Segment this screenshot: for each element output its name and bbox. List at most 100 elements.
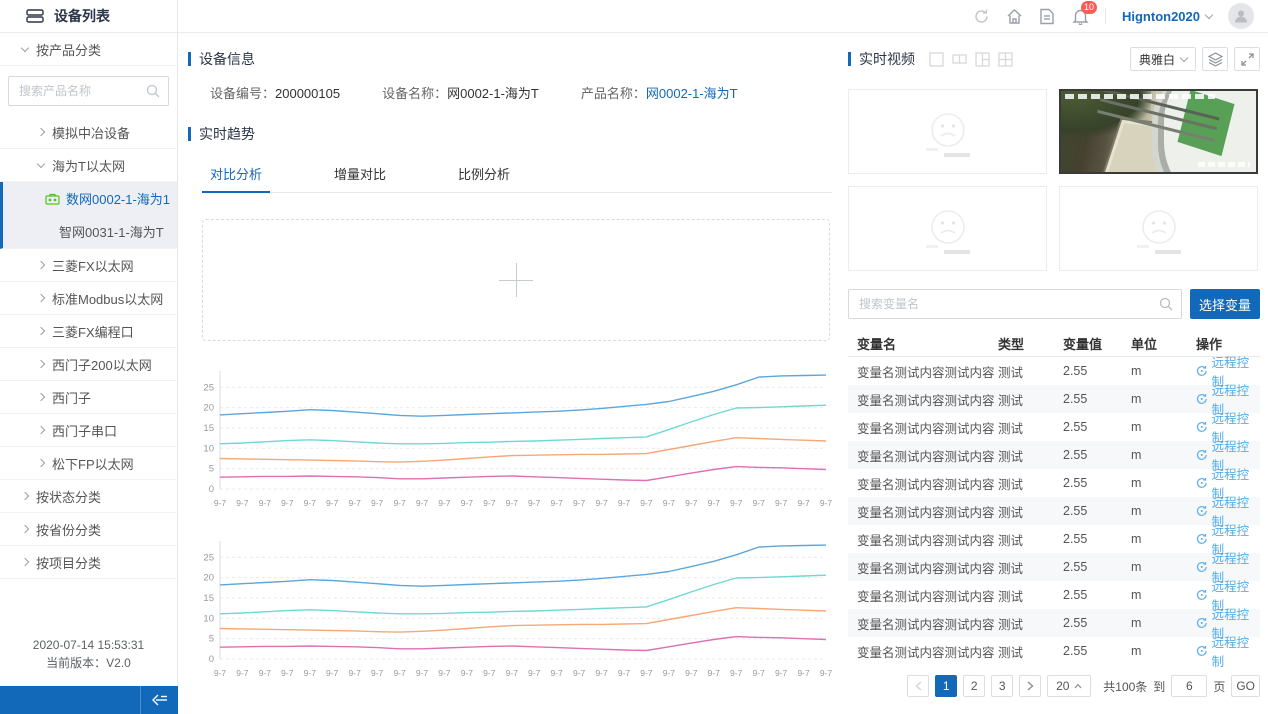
sidebar-item-product-6[interactable]: 西门子 — [0, 381, 177, 414]
layout-4-icon[interactable] — [998, 52, 1013, 67]
layers-button[interactable] — [1202, 47, 1228, 71]
tab-compare-analysis[interactable]: 对比分析 — [202, 158, 270, 192]
sidebar-item-product-4[interactable]: 三菱FX编程口 — [0, 315, 177, 348]
home-icon[interactable] — [1006, 8, 1023, 25]
svg-text:9-7: 9-7 — [281, 668, 294, 678]
remote-control-icon — [1196, 505, 1208, 517]
svg-text:9-7: 9-7 — [506, 498, 519, 508]
svg-text:9-7: 9-7 — [506, 668, 519, 678]
svg-text:0: 0 — [209, 654, 214, 665]
svg-text:9-7: 9-7 — [281, 498, 294, 508]
sidebar-item-product-8[interactable]: 松下FP以太网 — [0, 447, 177, 480]
remote-control-link[interactable]: 远程控制 — [1196, 632, 1260, 670]
sidebar-group-2[interactable]: 按项目分类 — [0, 546, 177, 579]
layout-2-icon[interactable] — [952, 52, 967, 67]
remote-control-icon — [1196, 617, 1208, 629]
chevron-right-icon — [37, 327, 45, 335]
plus-icon — [499, 263, 533, 297]
add-variable-dropzone[interactable] — [202, 219, 830, 341]
document-icon[interactable] — [1039, 8, 1056, 25]
svg-text:25: 25 — [203, 382, 214, 393]
video-cell-empty-2[interactable] — [848, 186, 1047, 271]
chevron-up-icon — [1074, 683, 1082, 689]
sidebar-group-product[interactable]: 按产品分类 — [0, 33, 177, 66]
sidebar-item-product-1[interactable]: 海为T以太网 — [0, 149, 177, 182]
svg-text:9-7: 9-7 — [349, 498, 362, 508]
remote-control-icon — [1196, 449, 1208, 461]
field-value: 200000105 — [275, 86, 340, 101]
layout-1-icon[interactable] — [929, 52, 944, 67]
cell-type: 测试 — [998, 558, 1063, 577]
svg-text:9-7: 9-7 — [685, 498, 698, 508]
page-button-2[interactable]: 2 — [963, 675, 985, 697]
cell-value: 2.55 — [1063, 504, 1131, 518]
device-info-fields: 设备编号：200000105设备名称：网0002-1-海为T产品名称：网0002… — [188, 83, 836, 102]
cell-type: 测试 — [998, 502, 1063, 521]
video-cell-empty-0[interactable] — [848, 89, 1047, 174]
go-button[interactable]: GO — [1231, 675, 1260, 697]
svg-text:9-7: 9-7 — [618, 498, 631, 508]
search-icon — [146, 84, 160, 98]
svg-text:9-7: 9-7 — [483, 668, 496, 678]
variables-table: 变量名 类型 变量值 单位 操作 变量名测试内容测试内容 测试 2.55 m 远… — [848, 331, 1260, 665]
cell-variable-name: 变量名测试内容测试内容 — [848, 642, 998, 661]
cell-value: 2.55 — [1063, 420, 1131, 434]
sidebar-item-product-7[interactable]: 西门子串口 — [0, 414, 177, 447]
video-theme-select[interactable]: 典雅白 — [1130, 47, 1196, 71]
cell-value: 2.55 — [1063, 588, 1131, 602]
product-search-input[interactable] — [9, 84, 200, 98]
tab-increment-compare[interactable]: 增量对比 — [326, 158, 394, 192]
jump-page-input[interactable] — [1171, 675, 1207, 697]
avatar[interactable] — [1228, 3, 1254, 29]
svg-text:9-7: 9-7 — [753, 498, 766, 508]
cell-type: 测试 — [998, 418, 1063, 437]
cell-value: 2.55 — [1063, 476, 1131, 490]
product-name-link[interactable]: 网0002-1-海为T — [646, 86, 738, 101]
collapse-sidebar-button[interactable] — [140, 686, 178, 714]
video-cell-empty-3[interactable] — [1059, 186, 1258, 271]
cell-variable-name: 变量名测试内容测试内容 — [848, 362, 998, 381]
sidebar-group-0[interactable]: 按状态分类 — [0, 480, 177, 513]
trend-chart-1: 05101520259-79-79-79-79-79-79-79-79-79-7… — [194, 363, 836, 515]
select-variable-button[interactable]: 选择变量 — [1190, 289, 1260, 319]
remote-control-icon — [1196, 533, 1208, 545]
user-menu[interactable]: Hignton2020 — [1122, 9, 1212, 24]
page-size-select[interactable]: 20 — [1047, 675, 1091, 697]
field-value: 网0002-1-海为T — [447, 86, 539, 101]
page-button-3[interactable]: 3 — [991, 675, 1013, 697]
video-label-overlay — [1198, 162, 1250, 167]
svg-text:9-7: 9-7 — [304, 498, 317, 508]
device-icon — [45, 193, 60, 205]
topbar: 10 Hignton2020 — [178, 0, 1268, 33]
next-page-button[interactable] — [1019, 675, 1041, 697]
sidebar-device-item-0[interactable]: 数网0002-1-海为1 — [3, 182, 177, 215]
cell-unit: m — [1131, 364, 1196, 378]
bell-icon[interactable]: 10 — [1072, 8, 1089, 25]
layout-3-icon[interactable] — [975, 52, 990, 67]
sidebar-device-item-1[interactable]: 智网0031-1-海为T — [3, 215, 177, 248]
refresh-icon[interactable] — [973, 8, 990, 25]
device-info-field-0: 设备编号：200000105 — [210, 83, 340, 102]
svg-text:9-7: 9-7 — [236, 498, 249, 508]
sidebar-group-1[interactable]: 按省份分类 — [0, 513, 177, 546]
section-bar — [848, 52, 851, 66]
tab-ratio-analysis[interactable]: 比例分析 — [450, 158, 518, 192]
trend-chart-2: 05101520259-79-79-79-79-79-79-79-79-79-7… — [194, 533, 836, 685]
sidebar-item-product-3[interactable]: 标准Modbus以太网 — [0, 282, 177, 315]
variable-search-row: 选择变量 — [848, 289, 1260, 319]
svg-text:9-7: 9-7 — [685, 668, 698, 678]
svg-text:9-7: 9-7 — [618, 668, 631, 678]
page-button-1[interactable]: 1 — [935, 675, 957, 697]
sidebar-item-product-5[interactable]: 西门子200以太网 — [0, 348, 177, 381]
sidebar-item-product-2[interactable]: 三菱FX以太网 — [0, 249, 177, 282]
jump-suffix-label: 页 — [1213, 678, 1225, 695]
cell-unit: m — [1131, 560, 1196, 574]
cell-unit: m — [1131, 476, 1196, 490]
cell-type: 测试 — [998, 390, 1063, 409]
prev-page-button[interactable] — [907, 675, 929, 697]
video-cell-live[interactable] — [1059, 89, 1258, 174]
sidebar-item-product-0[interactable]: 模拟中冶设备 — [0, 116, 177, 149]
variable-search-input[interactable] — [849, 297, 1181, 311]
fullscreen-icon[interactable] — [1234, 47, 1260, 71]
cell-variable-name: 变量名测试内容测试内容 — [848, 390, 998, 409]
